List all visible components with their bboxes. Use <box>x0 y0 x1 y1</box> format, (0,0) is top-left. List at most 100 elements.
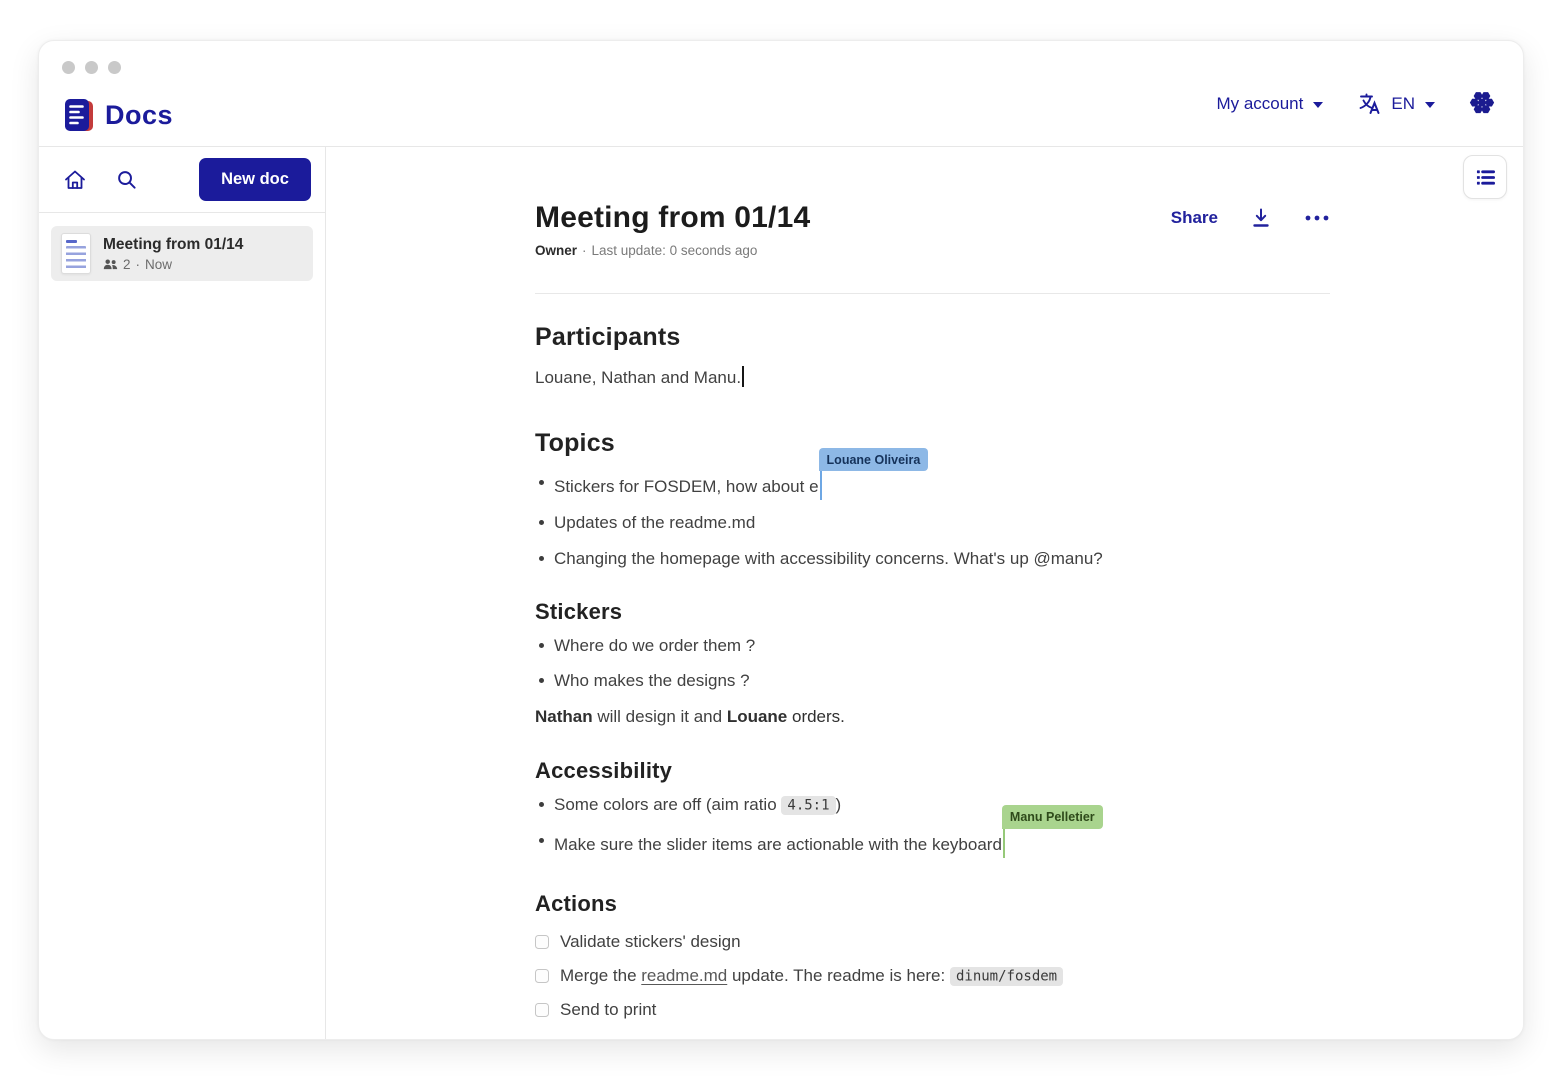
top-bar: Docs My account EN <box>39 41 1523 147</box>
ellipsis-icon <box>1304 214 1330 222</box>
checklist-label[interactable]: Send to print <box>560 1000 656 1020</box>
stickers-list: Where do we order them ? Who makes the d… <box>535 634 1330 694</box>
document-file-icon <box>61 233 91 274</box>
note-text: orders. <box>787 707 845 726</box>
accessibility-list: Some colors are off (aim ratio 4.5:1) Ma… <box>535 793 1330 858</box>
chevron-down-icon <box>1425 102 1435 108</box>
app-title: Docs <box>105 100 173 131</box>
topic-text: Updates of the readme.md <box>554 513 755 532</box>
document-item-meta: 2 · Now <box>103 257 243 272</box>
document-title[interactable]: Meeting from 01/14 <box>535 201 1171 235</box>
chevron-down-icon <box>1313 102 1323 108</box>
note-text: will design it and <box>593 707 727 726</box>
checklist-item: Validate stickers' design <box>535 932 1330 952</box>
sticker-text: Where do we order them ? <box>554 636 755 655</box>
participants-text-value: Louane, Nathan and Manu. <box>535 368 741 387</box>
accessibility-text: Some colors are off (aim ratio <box>554 795 781 814</box>
list-item[interactable]: Make sure the slider items are actionabl… <box>535 829 1330 858</box>
participants-text[interactable]: Louane, Nathan and Manu. <box>535 365 1330 391</box>
my-account-menu[interactable]: My account <box>1216 94 1323 114</box>
accessibility-text: Make sure the slider items are actionabl… <box>554 835 1002 854</box>
collaborator-name-badge: Louane Oliveira <box>819 448 929 471</box>
topics-heading[interactable]: Topics <box>535 429 1330 458</box>
document-list: Meeting from 01/14 2 <box>39 213 325 294</box>
window-dot-icon[interactable] <box>85 61 98 74</box>
meta-dot: · <box>136 257 141 272</box>
inline-code: 4.5:1 <box>781 796 835 815</box>
language-selector[interactable]: EN <box>1357 92 1435 116</box>
document-list-item[interactable]: Meeting from 01/14 2 <box>51 226 313 281</box>
sticker-text: Who makes the designs ? <box>554 671 750 690</box>
document-item-info: Meeting from 01/14 2 <box>103 235 243 271</box>
updated-time: Now <box>145 257 172 272</box>
window-dot-icon[interactable] <box>108 61 121 74</box>
window-controls <box>62 61 121 74</box>
more-options-button[interactable] <box>1304 214 1330 222</box>
document-header: Meeting from 01/14 Share <box>535 201 1330 235</box>
language-code-label: EN <box>1391 94 1415 114</box>
home-button[interactable] <box>63 168 87 192</box>
collaborator-cursor: Manu Pelletier <box>1003 829 1006 858</box>
my-account-label: My account <box>1216 94 1303 114</box>
stickers-note[interactable]: Nathan will design it and Louane orders. <box>535 707 1330 727</box>
share-button[interactable]: Share <box>1171 208 1218 228</box>
search-icon <box>115 168 138 191</box>
readme-link[interactable]: readme.md <box>641 966 727 985</box>
checklist-item: Send to print <box>535 1000 1330 1020</box>
bold-name: Nathan <box>535 707 593 726</box>
sidebar-header: New doc <box>39 147 325 213</box>
search-button[interactable] <box>115 168 138 191</box>
table-of-contents-button[interactable] <box>1463 155 1507 199</box>
home-icon <box>63 168 87 192</box>
collaborator-name-badge: Manu Pelletier <box>1002 805 1103 828</box>
divider <box>535 293 1330 294</box>
list-item[interactable]: Changing the homepage with accessibility… <box>535 547 1330 572</box>
list-item[interactable]: Who makes the designs ? <box>535 669 1330 694</box>
document-item-title: Meeting from 01/14 <box>103 235 243 254</box>
list-item[interactable]: Some colors are off (aim ratio 4.5:1) <box>535 793 1330 818</box>
checklist-item: Merge the readme.md update. The readme i… <box>535 966 1330 986</box>
meta-dot: · <box>582 243 587 258</box>
people-icon <box>103 258 118 271</box>
list-item[interactable]: Where do we order them ? <box>535 634 1330 659</box>
topic-text: Stickers for FOSDEM, how about e <box>554 477 819 496</box>
list-item[interactable]: Stickers for FOSDEM, how about eLouane O… <box>535 471 1330 500</box>
app-logo[interactable]: Docs <box>63 97 173 133</box>
checkbox[interactable] <box>535 969 549 983</box>
text-cursor <box>742 366 744 387</box>
docs-logo-icon <box>63 97 95 133</box>
main-area: New doc Meeting from 01/14 <box>39 147 1523 1040</box>
stickers-heading[interactable]: Stickers <box>535 599 1330 625</box>
checkbox[interactable] <box>535 1003 549 1017</box>
la-suite-waffle-icon[interactable] <box>1469 91 1495 117</box>
checkbox[interactable] <box>535 935 549 949</box>
collaborator-cursor: Louane Oliveira <box>820 471 823 500</box>
checklist-label[interactable]: Merge the readme.md update. The readme i… <box>560 966 1063 986</box>
checklist-text: Merge the <box>560 966 641 985</box>
document-actions: Share <box>1171 207 1330 230</box>
accessibility-heading[interactable]: Accessibility <box>535 758 1330 784</box>
participants-heading[interactable]: Participants <box>535 323 1330 352</box>
accessibility-text: ) <box>836 795 842 814</box>
new-doc-button[interactable]: New doc <box>199 158 311 201</box>
document-body: Meeting from 01/14 Share <box>535 201 1330 1040</box>
member-count: 2 <box>123 257 131 272</box>
app-window: Docs My account EN <box>38 40 1524 1040</box>
actions-heading[interactable]: Actions <box>535 891 1330 917</box>
download-icon <box>1250 207 1272 230</box>
document-meta: Owner · Last update: 0 seconds ago <box>535 243 1330 258</box>
checklist-text: update. The readme is here: <box>727 966 950 985</box>
inline-code: dinum/fosdem <box>950 967 1063 986</box>
translate-icon <box>1357 92 1381 116</box>
topic-text: Changing the homepage with accessibility… <box>554 549 1103 568</box>
list-icon <box>1475 168 1496 187</box>
topics-list: Stickers for FOSDEM, how about eLouane O… <box>535 471 1330 571</box>
sidebar: New doc Meeting from 01/14 <box>39 147 326 1040</box>
download-button[interactable] <box>1250 207 1272 230</box>
window-dot-icon[interactable] <box>62 61 75 74</box>
list-item[interactable]: Updates of the readme.md <box>535 511 1330 536</box>
checklist-label[interactable]: Validate stickers' design <box>560 932 741 952</box>
document-pane: Meeting from 01/14 Share <box>326 147 1523 1040</box>
last-update-label: Last update: 0 seconds ago <box>592 243 758 258</box>
bold-name: Louane <box>727 707 787 726</box>
